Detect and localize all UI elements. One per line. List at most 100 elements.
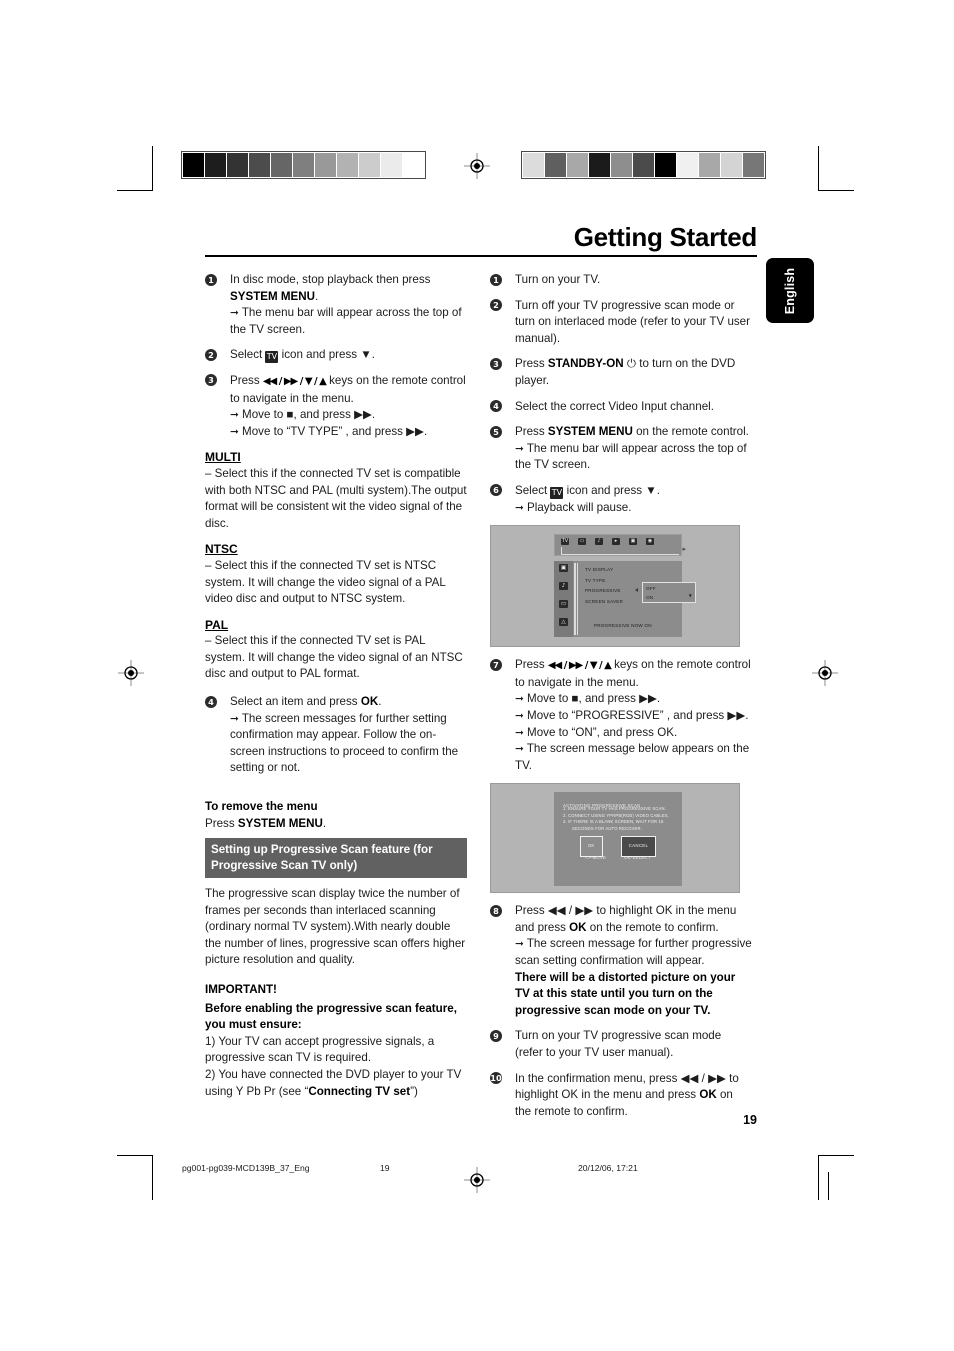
preference-icon: ◉ [646, 538, 654, 546]
step-note-text: The screen messages for further setting … [230, 711, 459, 775]
figure-progressive-dialog-screenshot: ACTIVATING PROGRESSIVE SCAN 1. ENSURE YO… [490, 783, 740, 894]
definition-term: MULTI [205, 450, 241, 465]
arrow-icon: ➞ [230, 712, 239, 725]
list-item: 6 Select TV icon and press ▼. ➞ Playback… [490, 483, 752, 516]
arrow-icon: ➞ [230, 425, 239, 438]
step-number: 3 [490, 357, 502, 370]
step-number: 2 [205, 348, 217, 361]
dialog-hint-row: <>-MOVE OK-SELECT [554, 850, 682, 867]
list-item: 4 Select the correct Video Input channel… [490, 399, 752, 416]
important-item-1: 1) Your TV can accept progressive signal… [205, 1034, 435, 1065]
remote-keys-icon: ◀◀ / ▶▶ / ▼ / ▲ [547, 660, 612, 672]
remove-menu-text: Press SYSTEM MENU. [205, 816, 467, 833]
tv-menu-icon: TV [550, 486, 564, 499]
dropdown-option-off[interactable]: OFF [646, 584, 695, 593]
dialog-instructions: 1. ENSURE YOUR TV HAS PROGRESSIVE SCAN. … [563, 806, 669, 832]
list-item: 4 Select an item and press OK. ➞ The scr… [205, 694, 467, 777]
ok-bold: OK [569, 920, 587, 934]
step-text: Select an item and press OK. [230, 694, 467, 711]
osd-progressive-dropdown[interactable]: OFF ON ▼ [642, 582, 696, 604]
definition-body: – Select this if the connected TV set is… [205, 558, 446, 606]
definition-body: – Select this if the connected TV set is… [205, 466, 467, 530]
page-title: Getting Started [573, 222, 758, 252]
step-note: ➞ The screen message for further progres… [515, 936, 752, 969]
step-note: ➞ Playback will pause. [515, 500, 752, 517]
menu-bar-arrow-icon: ▸ [682, 545, 686, 554]
step-note-text: Move to “PROGRESSIVE” , and press ▶▶. [527, 708, 749, 722]
standby-on-bold: STANDBY-ON [547, 357, 624, 371]
ok-bold: OK [699, 1088, 717, 1102]
figure-setup-menu-screenshot: TV ▭ ♪ ▸ ▣ ◉ ▸ ▣ ♪ ▭ △ TV DISPLAY TV TYP… [490, 525, 740, 648]
step-note-text: Move to ■, and press ▶▶. [527, 692, 661, 706]
definition-term: NTSC [205, 542, 238, 557]
important-lead: Before enabling the progressive scan fea… [205, 1001, 457, 1032]
list-item: 3 Press ◀◀ / ▶▶ / ▼ / ▲ keys on the remo… [205, 373, 467, 440]
osd-setup-panel: ▣ ♪ ▭ △ TV DISPLAY TV TYPE PROGRESSIVE S… [554, 561, 696, 638]
header-divider [205, 255, 757, 258]
remove-menu-bold: SYSTEM MENU [237, 816, 323, 830]
step-note: ➞ The menu bar will appear across the to… [230, 305, 467, 338]
step-text: Select TV icon and press ▼. [230, 347, 467, 364]
arrow-icon: ➞ [515, 938, 524, 951]
arrow-icon: ➞ [515, 501, 524, 514]
step-note-text: The menu bar will appear across the top … [230, 306, 462, 336]
step-note-text: Move to ■, and press ▶▶. [242, 408, 376, 422]
arrow-icon: ➞ [230, 307, 239, 320]
step-text-part: Select [230, 348, 266, 362]
important-title: IMPORTANT! [205, 983, 277, 996]
step-number: 3 [205, 374, 217, 387]
list-item: 3 Press STANDBY-ON ⏻ to turn on the DVD … [490, 356, 752, 389]
step-text-part: Press [515, 425, 548, 439]
definition-term: PAL [205, 617, 229, 632]
connecting-tv-set-reference: Connecting TV set [308, 1084, 411, 1098]
osd-divider-secondary [577, 563, 578, 636]
step-text-part: Press [230, 373, 263, 387]
footer-timestamp: 20/12/06, 17:21 [578, 1163, 638, 1173]
osd-item-tv-display[interactable]: TV DISPLAY [585, 565, 682, 576]
scroll-indicator-icon: ▼ [688, 593, 692, 599]
language-tab: English [766, 258, 814, 323]
step-text: Press ◀◀ / ▶▶ to highlight OK in the men… [515, 903, 752, 936]
osd-menu-bar-underline [561, 547, 679, 556]
right-column: 1 Turn on your TV. 2 Turn off your TV pr… [490, 272, 752, 1129]
step-text-part: . [315, 289, 319, 303]
step-note-text: The menu bar will appear across the top … [515, 441, 747, 472]
dialog-hint-move: <>-MOVE [585, 855, 607, 861]
step-text-part: In disc mode, stop playback then press [230, 273, 431, 286]
step-note: ➞ Move to “TV TYPE” , and press ▶▶. [230, 424, 467, 441]
step-text-part: Press [515, 357, 548, 371]
remote-keys-icon: ◀◀ / ▶▶ / ▼ / ▲ [262, 375, 327, 387]
step-note-text: Move to “TV TYPE” , and press ▶▶. [242, 424, 428, 438]
progressive-scan-section-heading: Setting up Progressive Scan feature (for… [205, 838, 467, 879]
step-note: ➞ Move to ■, and press ▶▶. [515, 691, 752, 708]
step-number: 8 [490, 904, 502, 917]
step-warning-text: There will be a distorted picture on you… [515, 970, 736, 1017]
arrow-icon: ➞ [515, 743, 524, 756]
video-icon: ▣ [629, 538, 637, 546]
step-note: ➞ The menu bar will appear across the to… [515, 441, 752, 474]
list-item: 8 Press ◀◀ / ▶▶ to highlight OK in the m… [490, 903, 752, 1019]
step-note-text: Move to “ON”, and press OK. [527, 725, 678, 739]
list-item: 2 Select TV icon and press ▼. [205, 347, 467, 364]
step-number: 1 [205, 273, 217, 286]
step-text: Turn off your TV progressive scan mode o… [515, 298, 750, 345]
step-bold: OK [360, 695, 379, 709]
list-item: 1 In disc mode, stop playback then press… [205, 272, 467, 338]
step-text: Press SYSTEM MENU on the remote control. [515, 424, 752, 441]
dropdown-option-on[interactable]: ON [646, 593, 695, 602]
step-note: ➞ Move to ■, and press ▶▶. [230, 407, 467, 424]
left-column: 1 In disc mode, stop playback then press… [205, 272, 467, 1100]
important-block: IMPORTANT! Before enabling the progressi… [205, 982, 467, 1100]
remove-menu-text-part: Press [205, 816, 238, 830]
step-note-text: The screen message below appears on the … [515, 742, 750, 772]
tv-icon: TV [561, 538, 569, 546]
tv-setup-icon: ▣ [559, 564, 568, 573]
progressive-scan-dialog: ACTIVATING PROGRESSIVE SCAN 1. ENSURE YO… [554, 792, 682, 887]
step-number: 4 [490, 400, 502, 413]
step-number: 5 [490, 425, 502, 438]
step-number: 2 [490, 299, 502, 312]
definition-body: – Select this if the connected TV set is… [205, 634, 463, 681]
step-text-part: icon and press ▼. [278, 348, 375, 362]
step-number: 4 [205, 695, 217, 708]
